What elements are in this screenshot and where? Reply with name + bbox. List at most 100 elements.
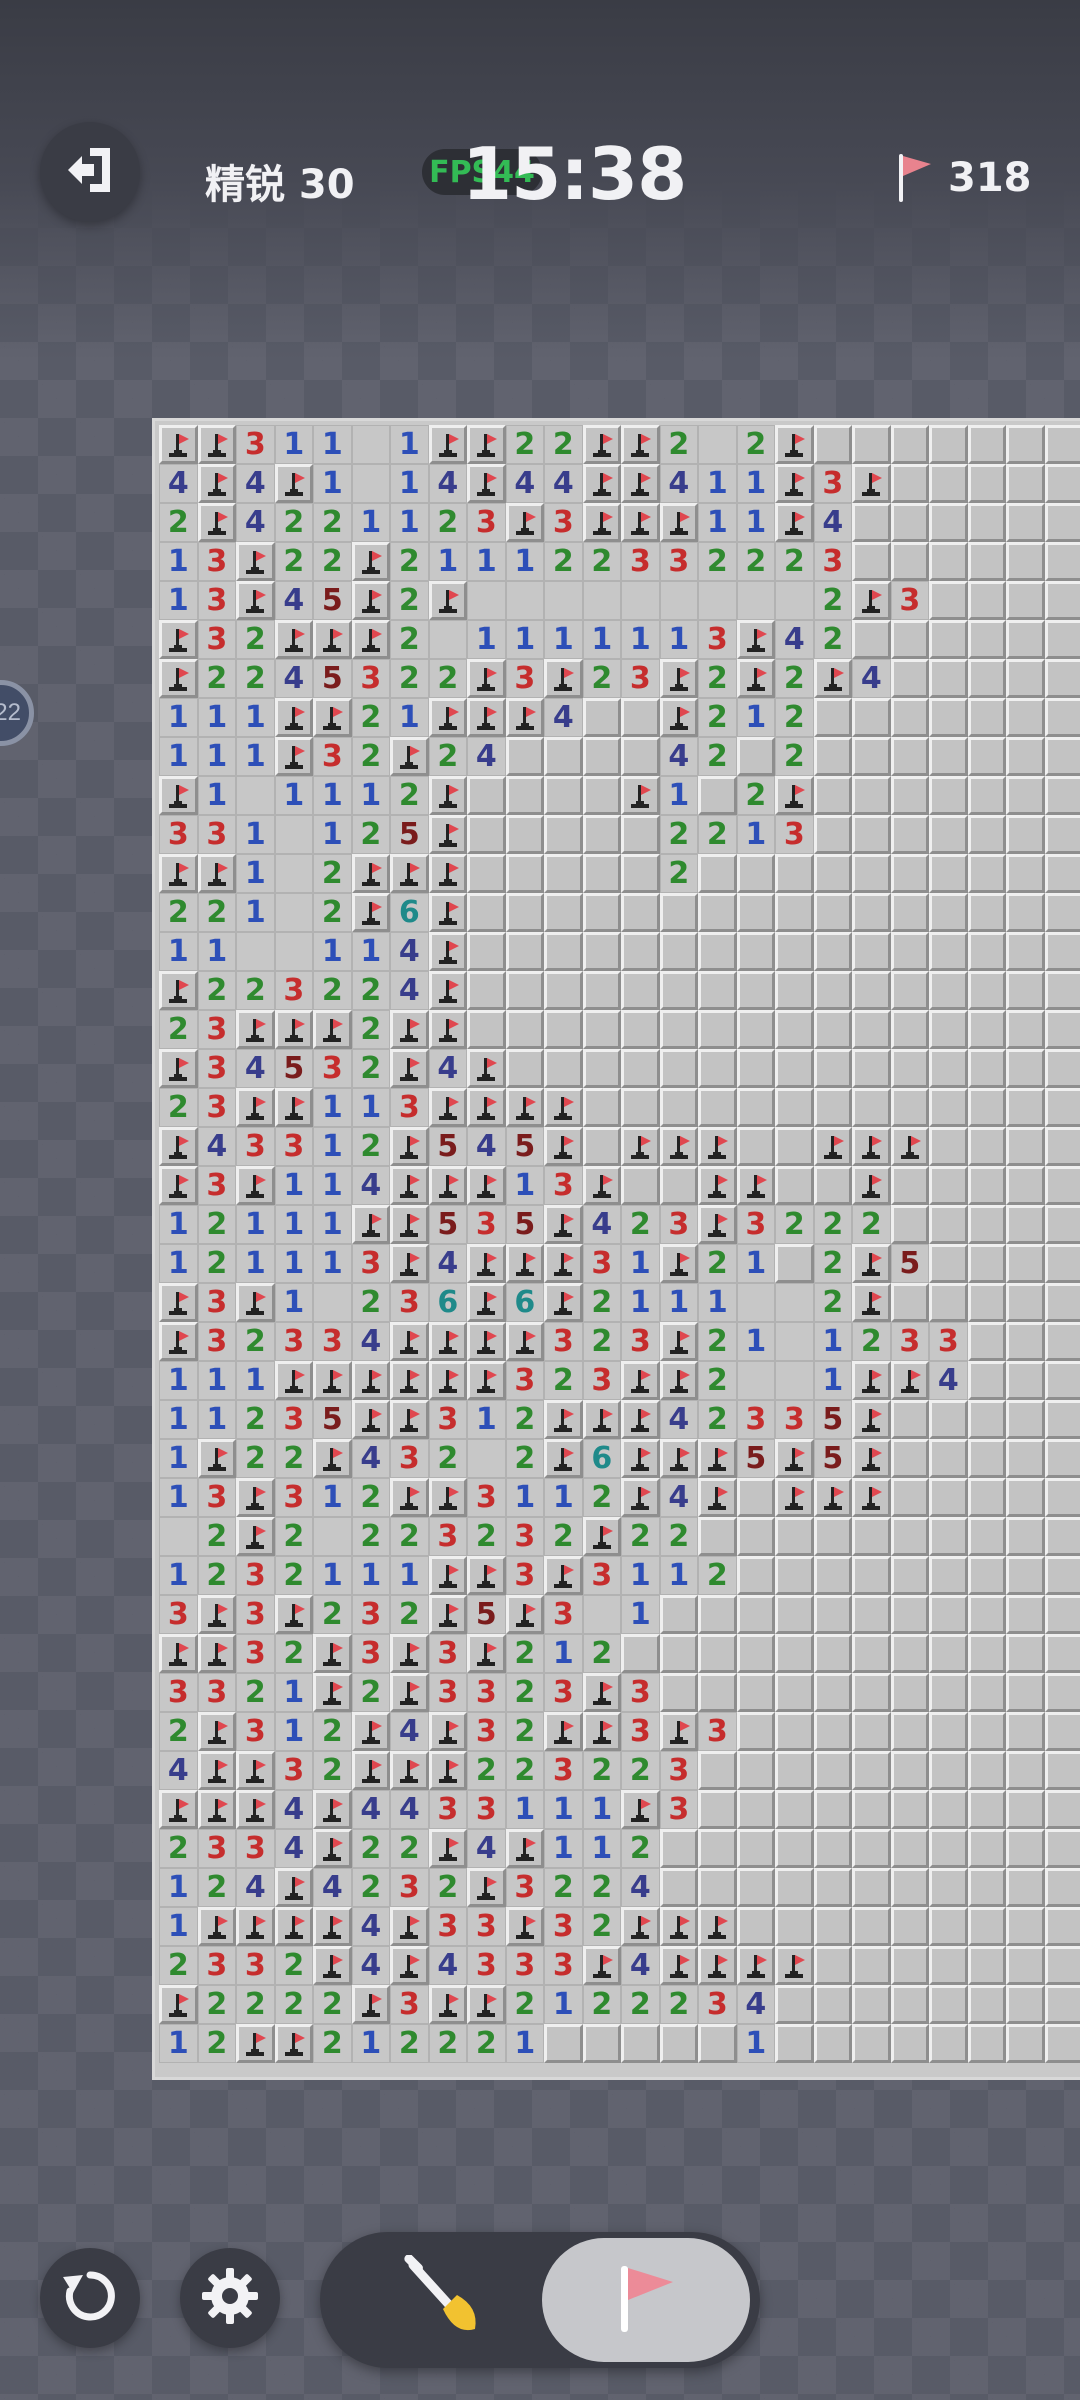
flag-icon[interactable] — [428, 854, 467, 893]
unopened-cell[interactable] — [467, 1010, 506, 1049]
flag-icon[interactable] — [390, 1673, 429, 1712]
flag-icon[interactable] — [852, 1439, 891, 1478]
flag-icon[interactable] — [505, 1244, 544, 1283]
unopened-cell[interactable] — [736, 1634, 775, 1673]
number-cell[interactable]: 3 — [467, 1712, 506, 1751]
number-cell[interactable]: 1 — [197, 1361, 236, 1400]
flag-icon[interactable] — [621, 776, 660, 815]
number-cell[interactable]: 1 — [505, 1790, 544, 1829]
number-cell[interactable]: 1 — [313, 1166, 352, 1205]
number-cell[interactable]: 1 — [351, 1088, 390, 1127]
unopened-cell[interactable] — [890, 1517, 929, 1556]
number-cell[interactable]: 3 — [351, 659, 390, 698]
empty-cell[interactable] — [582, 1595, 621, 1634]
unopened-cell[interactable] — [929, 1634, 968, 1673]
unopened-cell[interactable] — [1006, 1517, 1045, 1556]
flag-icon[interactable] — [659, 1946, 698, 1985]
unopened-cell[interactable] — [813, 698, 852, 737]
unopened-cell[interactable] — [929, 1829, 968, 1868]
number-cell[interactable]: 5 — [313, 581, 352, 620]
number-cell[interactable]: 4 — [236, 1868, 275, 1907]
number-cell[interactable]: 1 — [736, 2024, 775, 2063]
unopened-cell[interactable] — [544, 893, 583, 932]
number-cell[interactable]: 4 — [351, 1790, 390, 1829]
number-cell[interactable]: 1 — [544, 1985, 583, 2024]
unopened-cell[interactable] — [698, 854, 737, 893]
empty-cell[interactable] — [775, 1283, 814, 1322]
number-cell[interactable]: 1 — [505, 2024, 544, 2063]
number-cell[interactable]: 1 — [313, 1244, 352, 1283]
number-cell[interactable]: 3 — [197, 1946, 236, 1985]
number-cell[interactable]: 1 — [313, 776, 352, 815]
number-cell[interactable]: 2 — [467, 1517, 506, 1556]
flag-icon[interactable] — [467, 1361, 506, 1400]
unopened-cell[interactable] — [852, 1634, 891, 1673]
unopened-cell[interactable] — [813, 854, 852, 893]
number-cell[interactable]: 5 — [505, 1127, 544, 1166]
flag-icon[interactable] — [428, 1166, 467, 1205]
number-cell[interactable]: 2 — [351, 1049, 390, 1088]
flag-icon[interactable] — [698, 1127, 737, 1166]
number-cell[interactable]: 2 — [621, 1751, 660, 1790]
unopened-cell[interactable] — [736, 1049, 775, 1088]
flag-icon[interactable] — [467, 425, 506, 464]
unopened-cell[interactable] — [775, 1673, 814, 1712]
flag-icon[interactable] — [428, 1556, 467, 1595]
flag-icon[interactable] — [852, 1400, 891, 1439]
unopened-cell[interactable] — [544, 854, 583, 893]
unopened-cell[interactable] — [1044, 1049, 1080, 1088]
unopened-cell[interactable] — [1044, 1712, 1080, 1751]
number-cell[interactable]: 2 — [390, 659, 429, 698]
flag-icon[interactable] — [236, 1283, 275, 1322]
unopened-cell[interactable] — [967, 1556, 1006, 1595]
unopened-cell[interactable] — [890, 815, 929, 854]
empty-cell[interactable] — [736, 581, 775, 620]
number-cell[interactable]: 1 — [274, 1166, 313, 1205]
unopened-cell[interactable] — [967, 1790, 1006, 1829]
unopened-cell[interactable] — [1044, 1400, 1080, 1439]
flag-icon[interactable] — [390, 1010, 429, 1049]
number-cell[interactable]: 4 — [390, 932, 429, 971]
unopened-cell[interactable] — [775, 1166, 814, 1205]
number-cell[interactable]: 2 — [274, 1439, 313, 1478]
number-cell[interactable]: 3 — [544, 1595, 583, 1634]
number-cell[interactable]: 2 — [582, 1478, 621, 1517]
unopened-cell[interactable] — [890, 1088, 929, 1127]
unopened-cell[interactable] — [544, 1049, 583, 1088]
unopened-cell[interactable] — [1044, 737, 1080, 776]
number-cell[interactable]: 2 — [659, 815, 698, 854]
number-cell[interactable]: 2 — [313, 854, 352, 893]
number-cell[interactable]: 2 — [659, 854, 698, 893]
flag-icon[interactable] — [351, 542, 390, 581]
unopened-cell[interactable] — [813, 2024, 852, 2063]
number-cell[interactable]: 3 — [274, 1478, 313, 1517]
unopened-cell[interactable] — [929, 503, 968, 542]
flag-icon[interactable] — [544, 1439, 583, 1478]
number-cell[interactable]: 2 — [621, 1517, 660, 1556]
number-cell[interactable]: 2 — [390, 776, 429, 815]
flag-icon[interactable] — [313, 1946, 352, 1985]
number-cell[interactable]: 2 — [313, 1712, 352, 1751]
unopened-cell[interactable] — [929, 1439, 968, 1478]
number-cell[interactable]: 3 — [621, 1712, 660, 1751]
unopened-cell[interactable] — [967, 971, 1006, 1010]
unopened-cell[interactable] — [736, 1790, 775, 1829]
number-cell[interactable]: 4 — [236, 503, 275, 542]
number-cell[interactable]: 5 — [890, 1244, 929, 1283]
unopened-cell[interactable] — [1006, 1829, 1045, 1868]
empty-cell[interactable] — [736, 1283, 775, 1322]
unopened-cell[interactable] — [967, 1595, 1006, 1634]
empty-cell[interactable] — [313, 1517, 352, 1556]
flag-icon[interactable] — [428, 425, 467, 464]
flag-icon[interactable] — [197, 1595, 236, 1634]
unopened-cell[interactable] — [775, 1127, 814, 1166]
number-cell[interactable]: 1 — [313, 1127, 352, 1166]
number-cell[interactable]: 3 — [197, 1088, 236, 1127]
flag-icon[interactable] — [159, 776, 198, 815]
unopened-cell[interactable] — [890, 698, 929, 737]
unopened-cell[interactable] — [967, 1829, 1006, 1868]
number-cell[interactable]: 2 — [159, 1088, 198, 1127]
number-cell[interactable]: 3 — [659, 1751, 698, 1790]
unopened-cell[interactable] — [1006, 1478, 1045, 1517]
unopened-cell[interactable] — [813, 1829, 852, 1868]
